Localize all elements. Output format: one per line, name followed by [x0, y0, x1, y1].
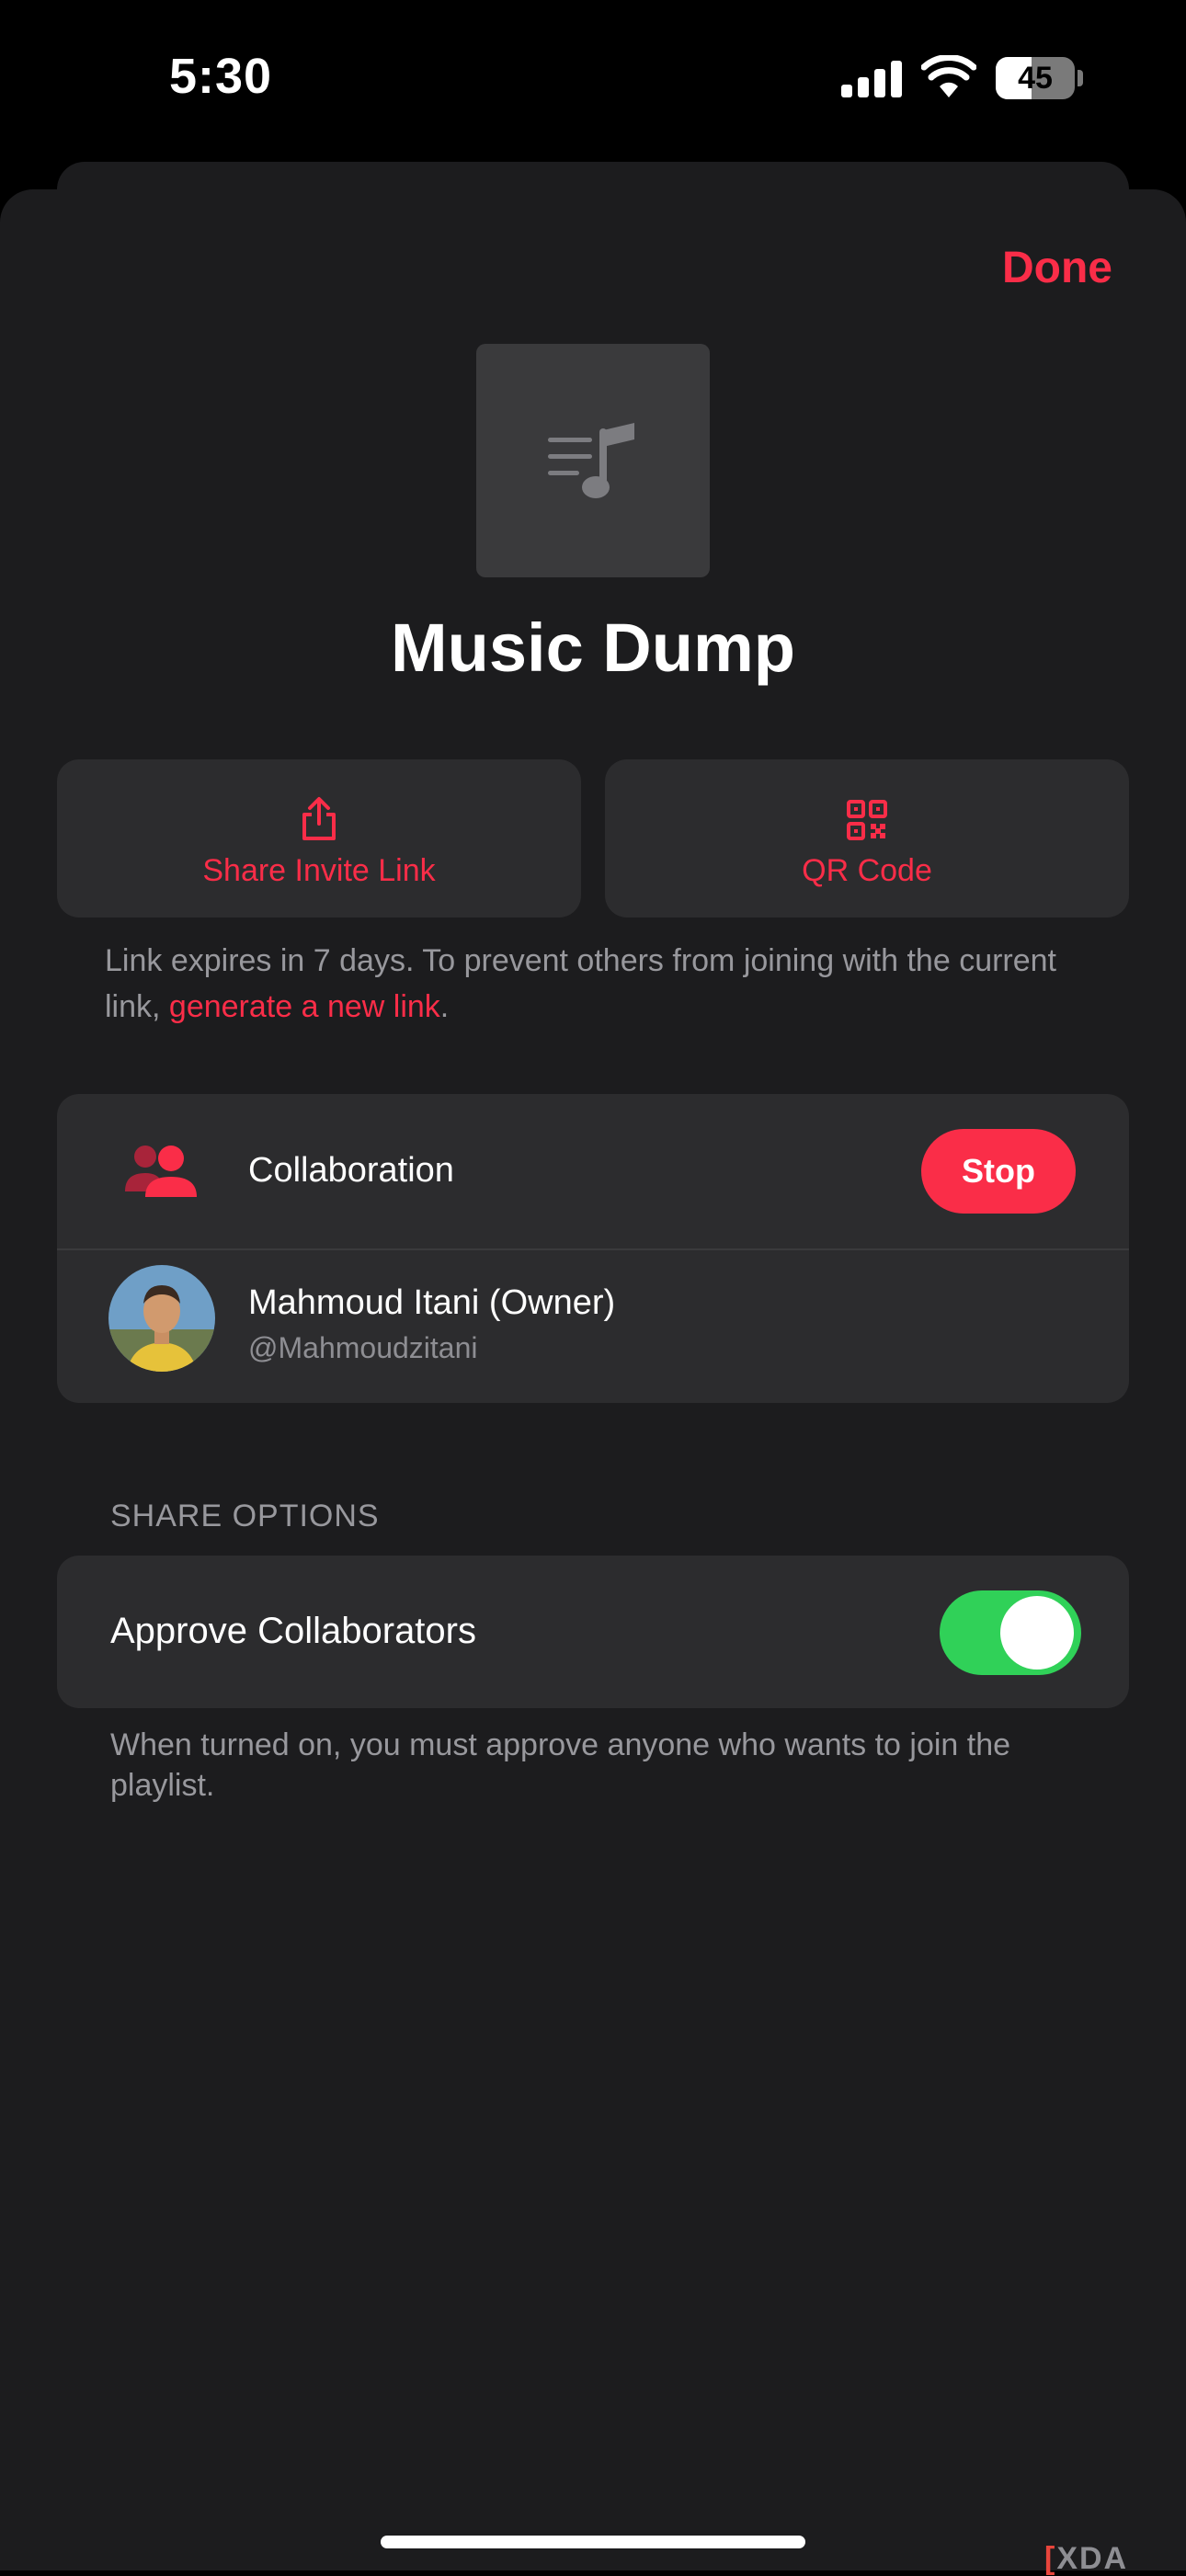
- cellular-signal-icon: [841, 61, 902, 97]
- home-indicator[interactable]: [381, 2536, 805, 2548]
- approve-collaborators-footer: When turned on, you must approve anyone …: [110, 1727, 1011, 1803]
- collaboration-row: Collaboration Stop: [57, 1094, 1129, 1248]
- approve-collaborators-label: Approve Collaborators: [110, 1611, 476, 1651]
- wifi-icon: [921, 55, 976, 97]
- status-time: 5:30: [169, 49, 273, 104]
- toggle-knob: [1000, 1596, 1074, 1670]
- share-invite-link-label: Share Invite Link: [202, 853, 436, 888]
- owner-row[interactable]: Mahmoud Itani (Owner) @Mahmoudzitani: [57, 1250, 1129, 1403]
- watermark-bracket: [: [1044, 2541, 1057, 2576]
- battery-level: 45: [1018, 61, 1053, 96]
- owner-handle: @Mahmoudzitani: [248, 1331, 478, 1364]
- share-icon: [302, 797, 336, 840]
- playlist-artwork: [476, 344, 710, 577]
- playlist-title: Music Dump: [391, 610, 795, 686]
- generate-new-link[interactable]: generate a new link: [169, 989, 440, 1024]
- music-note-list-icon: [548, 423, 634, 498]
- qr-code-icon: [847, 800, 887, 840]
- people-icon: [125, 1146, 197, 1197]
- collaboration-label: Collaboration: [248, 1151, 454, 1190]
- avatar: [108, 1265, 215, 1372]
- link-expiry-suffix: .: [439, 989, 450, 1024]
- done-button[interactable]: Done: [1002, 243, 1112, 293]
- share-options-header: SHARE OPTIONS: [110, 1499, 380, 1533]
- link-expiry-note: Link expires in 7 days. To prevent other…: [105, 938, 1098, 1030]
- approve-collaborators-row: Approve Collaborators: [57, 1556, 1129, 1708]
- stop-collaboration-button[interactable]: Stop: [921, 1129, 1076, 1214]
- xda-watermark: [XDA: [1044, 2543, 1128, 2574]
- watermark-brand: XDA: [1056, 2541, 1129, 2576]
- qr-code-label: QR Code: [802, 853, 932, 888]
- share-invite-link-button[interactable]: Share Invite Link: [57, 759, 581, 918]
- owner-name: Mahmoud Itani (Owner): [248, 1283, 616, 1322]
- collaboration-card: Collaboration Stop Mahmoud Itani (Owner)…: [57, 1094, 1129, 1403]
- status-bar: 5:30 45: [0, 0, 1186, 162]
- battery-icon: 45: [996, 57, 1084, 99]
- approve-collaborators-toggle[interactable]: [940, 1590, 1081, 1675]
- qr-code-button[interactable]: QR Code: [605, 759, 1129, 918]
